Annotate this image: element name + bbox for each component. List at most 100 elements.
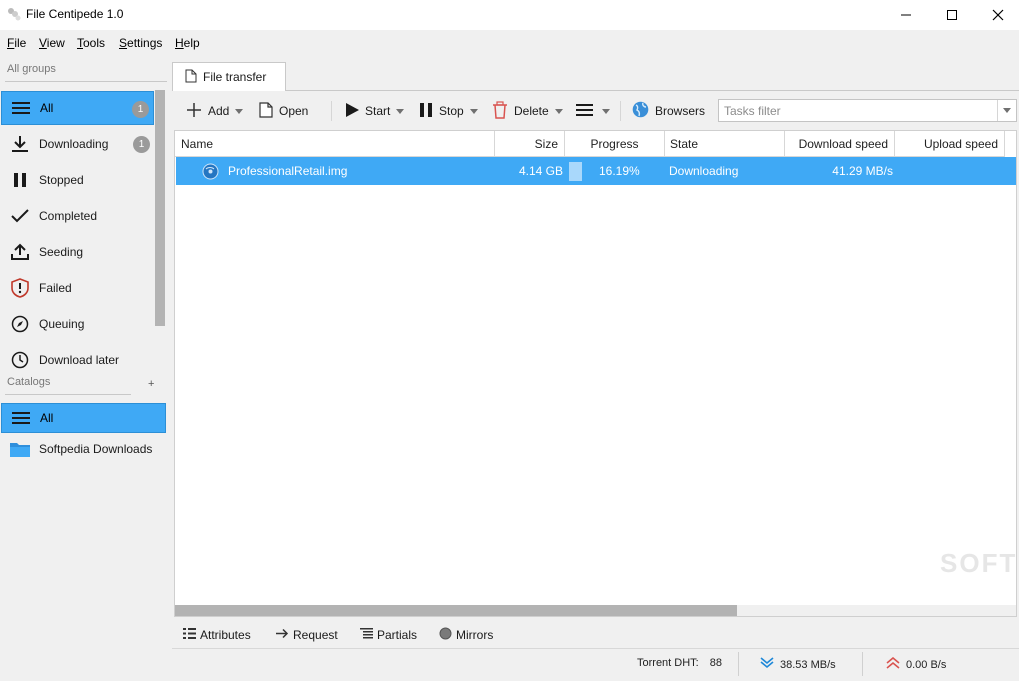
column-header-download-speed[interactable]: Download speed — [785, 131, 895, 157]
sidebar-item-label: Downloading — [39, 137, 109, 151]
watermark-logo: SOFT — [940, 548, 1018, 578]
chevron-double-down-icon — [760, 657, 774, 672]
start-button[interactable]: Start — [345, 99, 405, 123]
sidebar-group-completed[interactable]: Completed — [1, 199, 154, 233]
chevron-down-icon — [602, 108, 610, 114]
groups-section-title: All groups — [7, 63, 56, 75]
sidebar-scrollbar[interactable] — [155, 90, 165, 326]
play-icon — [345, 102, 359, 121]
sidebar-item-label: Queuing — [39, 317, 85, 331]
open-button[interactable]: Open — [259, 99, 308, 123]
dht-status: Torrent DHT: 88 — [637, 657, 722, 669]
row-progress: 16.19% — [599, 164, 640, 178]
tab-attributes[interactable]: Attributes — [183, 626, 251, 644]
sidebar-group-downloading[interactable]: Downloading 1 — [1, 127, 154, 161]
folder-icon — [1, 440, 39, 458]
row-upload-speed — [895, 157, 1003, 185]
divider — [738, 652, 739, 676]
progress-bar — [569, 157, 582, 185]
divider — [5, 394, 131, 395]
add-button[interactable]: Add — [186, 99, 244, 123]
sidebar-item-label: Download later — [39, 353, 120, 367]
compass-icon — [1, 315, 39, 333]
count-badge: 1 — [133, 136, 150, 153]
menu-icon — [576, 103, 593, 120]
column-header-upload-speed[interactable]: Upload speed — [895, 131, 1005, 157]
tab-request[interactable]: Request — [276, 626, 338, 644]
tab-mirrors[interactable]: Mirrors — [439, 626, 493, 644]
plus-icon — [186, 102, 202, 121]
sidebar-item-label: Failed — [39, 281, 72, 295]
stop-button[interactable]: Stop — [419, 99, 478, 123]
tab-file-transfer[interactable]: File transfer — [172, 62, 286, 91]
delete-button[interactable]: Delete — [492, 99, 563, 123]
chevron-down-icon — [469, 108, 478, 114]
maximize-button[interactable] — [929, 0, 975, 30]
divider — [5, 81, 167, 82]
browsers-button[interactable]: Browsers — [632, 99, 705, 123]
menu-tools[interactable]: Tools — [77, 36, 105, 50]
row-size: 4.14 GB — [518, 164, 563, 178]
divider — [286, 90, 1019, 91]
centipede-app-icon — [6, 6, 22, 25]
menu-help[interactable]: Help — [175, 36, 200, 50]
trash-icon — [492, 100, 508, 122]
add-catalog-button[interactable]: + — [148, 378, 154, 390]
close-button[interactable] — [975, 0, 1019, 30]
download-icon — [1, 135, 39, 153]
sidebar-item-label: Seeding — [39, 245, 84, 259]
chevron-down-icon[interactable] — [997, 100, 1016, 121]
catalog-item-label: All — [40, 411, 54, 425]
document-icon — [185, 69, 197, 86]
chevron-down-icon — [235, 108, 244, 114]
sidebar-group-download-later[interactable]: Download later — [1, 343, 154, 377]
tab-label: File transfer — [203, 70, 267, 84]
catalog-item-all[interactable]: All — [1, 403, 166, 433]
list-icon — [2, 101, 40, 115]
column-header-progress[interactable]: Progress — [565, 131, 665, 157]
list-icon — [2, 411, 40, 425]
column-header-state[interactable]: State — [665, 131, 785, 157]
menu-view[interactable]: View — [39, 36, 65, 50]
upload-speed-value: 0.00 B/s — [906, 658, 947, 671]
sidebar-group-stopped[interactable]: Stopped — [1, 163, 154, 197]
upload-speed-status: 0.00 B/s — [886, 656, 947, 672]
check-icon — [1, 208, 39, 224]
sidebar-group-queuing[interactable]: Queuing — [1, 307, 154, 341]
sidebar-group-failed[interactable]: Failed — [1, 271, 154, 305]
disc-image-icon — [202, 157, 219, 185]
menu-settings[interactable]: Settings — [119, 36, 162, 50]
table-row[interactable]: ProfessionalRetail.img 4.14 GB 16.19% Do… — [176, 157, 1016, 185]
column-header-name[interactable]: Name — [175, 131, 495, 157]
row-name: ProfessionalRetail.img — [228, 164, 348, 178]
shield-alert-icon — [1, 278, 39, 298]
chevron-double-up-icon — [886, 656, 900, 672]
dht-value: 88 — [709, 657, 722, 669]
sidebar-item-label: Stopped — [39, 173, 84, 187]
partials-icon — [360, 628, 373, 642]
tasks-filter[interactable] — [718, 99, 1017, 122]
menu-file[interactable]: File — [7, 36, 26, 50]
column-header-size[interactable]: Size — [495, 131, 565, 157]
tasks-filter-input[interactable] — [719, 100, 994, 121]
title-bar: File Centipede 1.0 — [0, 0, 1019, 30]
sidebar-group-all[interactable]: All 1 — [1, 91, 154, 125]
more-menu-button[interactable] — [576, 99, 610, 123]
download-speed-value: 38.53 MB/s — [780, 658, 836, 671]
row-download-speed: 41.29 MB/s — [832, 164, 893, 178]
count-badge: 1 — [132, 101, 149, 118]
catalog-item-softpedia[interactable]: Softpedia Downloads — [1, 434, 166, 464]
catalog-item-label: Softpedia Downloads — [39, 442, 153, 456]
attributes-icon — [183, 628, 196, 642]
tab-partials[interactable]: Partials — [360, 626, 417, 644]
menu-bar: File View Tools Settings Help — [0, 32, 1019, 54]
divider — [331, 101, 332, 121]
download-speed-status: 38.53 MB/s — [760, 657, 836, 672]
row-state: Downloading — [669, 164, 739, 178]
horizontal-scrollbar-thumb[interactable] — [175, 605, 737, 616]
minimize-button[interactable] — [883, 0, 929, 30]
sidebar-item-label: All — [40, 101, 54, 115]
sidebar-item-label: Completed — [39, 209, 98, 223]
chevron-down-icon — [554, 108, 563, 114]
sidebar-group-seeding[interactable]: Seeding — [1, 235, 154, 269]
